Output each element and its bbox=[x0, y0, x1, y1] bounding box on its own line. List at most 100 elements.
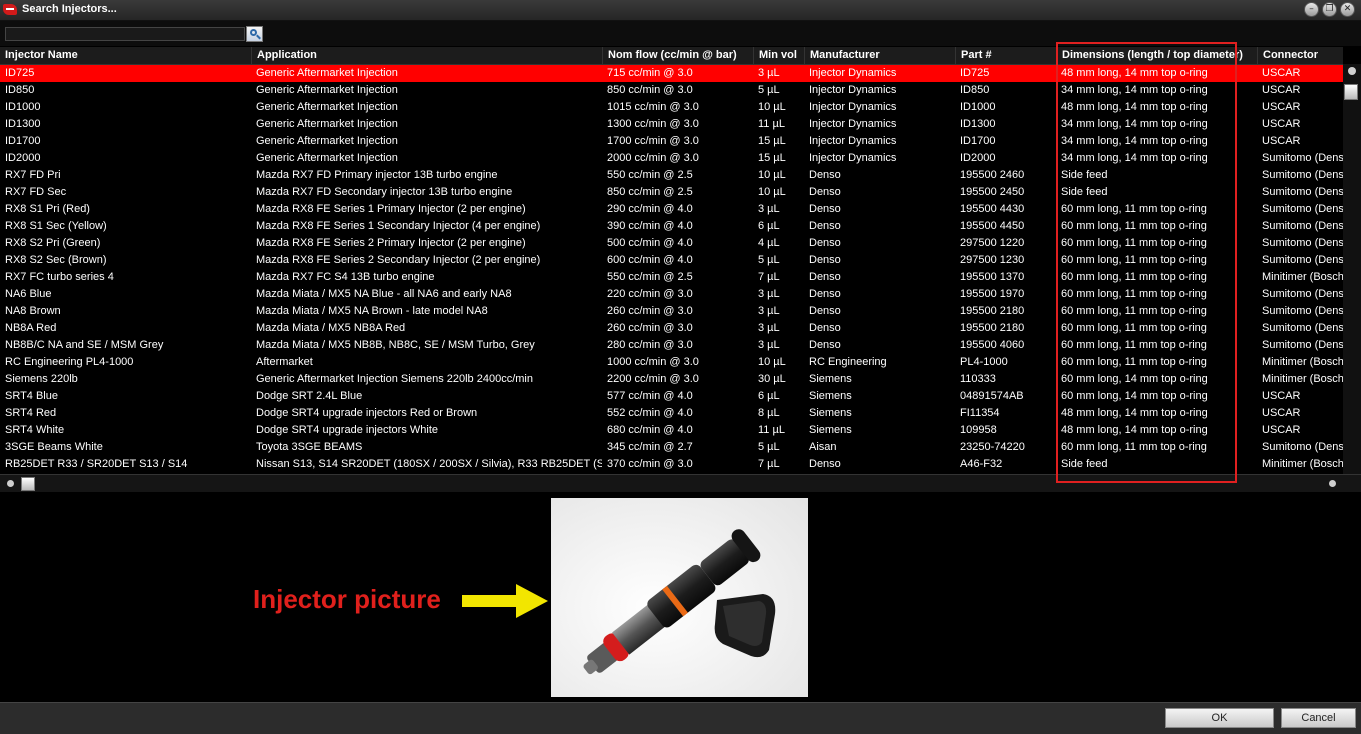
cell-dimensions: 34 mm long, 14 mm top o-ring bbox=[1061, 84, 1208, 96]
cell-dimensions: 60 mm long, 11 mm top o-ring bbox=[1061, 237, 1207, 249]
cell-injector-name: 3SGE Beams White bbox=[5, 441, 103, 453]
horizontal-scrollbar[interactable] bbox=[0, 474, 1361, 492]
header-col-min-vol[interactable]: Min vol bbox=[753, 47, 804, 64]
minimize-button[interactable]: – bbox=[1304, 2, 1319, 17]
table-row[interactable]: NA6 Blue Mazda Miata / MX5 NA Blue - all … bbox=[0, 286, 1343, 303]
cell-part-number: ID1300 bbox=[960, 118, 996, 130]
cell-min-vol: 3 µL bbox=[758, 322, 780, 334]
close-button[interactable]: ✕ bbox=[1340, 2, 1355, 17]
table-row[interactable]: SRT4 Red Dodge SRT4 upgrade injectors Red… bbox=[0, 405, 1343, 422]
cell-nom-flow: 260 cc/min @ 3.0 bbox=[607, 305, 693, 317]
header-col-manufacturer[interactable]: Manufacturer bbox=[804, 47, 955, 64]
table-header: Injector Name Application Nom flow (cc/min… bbox=[0, 47, 1343, 65]
table-row[interactable]: ID850 Generic Aftermarket Injection 850 cc… bbox=[0, 82, 1343, 99]
table-row[interactable]: RX7 FD Sec Mazda RX7 FD Secondary injecto… bbox=[0, 184, 1343, 201]
cell-min-vol: 3 µL bbox=[758, 67, 780, 79]
cell-manufacturer: Injector Dynamics bbox=[809, 67, 897, 79]
cell-manufacturer: Siemens bbox=[809, 390, 852, 402]
cell-injector-name: RX7 FC turbo series 4 bbox=[5, 271, 114, 283]
cell-dimensions: 48 mm long, 14 mm top o-ring bbox=[1061, 101, 1208, 113]
cell-dimensions: 60 mm long, 11 mm top o-ring bbox=[1061, 322, 1207, 334]
table-row[interactable]: RX8 S2 Sec (Brown) Mazda RX8 FE Series 2 … bbox=[0, 252, 1343, 269]
table-row[interactable]: RX8 S1 Sec (Yellow) Mazda RX8 FE Series 1… bbox=[0, 218, 1343, 235]
cell-nom-flow: 680 cc/min @ 4.0 bbox=[607, 424, 693, 436]
table-row[interactable]: ID2000 Generic Aftermarket Injection 2000 … bbox=[0, 150, 1343, 167]
cell-injector-name: SRT4 Blue bbox=[5, 390, 58, 402]
table-row[interactable]: NB8B/C NA and SE / MSM Grey Mazda Miata /… bbox=[0, 337, 1343, 354]
cell-connector: Sumitomo (Denso) bbox=[1262, 305, 1343, 317]
cell-part-number: ID850 bbox=[960, 84, 990, 96]
cell-nom-flow: 1300 cc/min @ 3.0 bbox=[607, 118, 699, 130]
cell-application: Generic Aftermarket Injection bbox=[256, 152, 398, 164]
table-row[interactable]: SRT4 White Dodge SRT4 upgrade injectors W… bbox=[0, 422, 1343, 439]
cell-min-vol: 10 µL bbox=[758, 186, 786, 198]
cell-connector: USCAR bbox=[1262, 67, 1301, 79]
cell-application: Generic Aftermarket Injection bbox=[256, 67, 398, 79]
search-button[interactable] bbox=[246, 26, 263, 42]
table-row[interactable]: 3SGE Beams White Toyota 3SGE BEAMS 345 cc/… bbox=[0, 439, 1343, 456]
restore-button[interactable]: ❐ bbox=[1322, 2, 1337, 17]
cell-injector-name: ID1300 bbox=[5, 118, 41, 130]
vertical-scrollbar[interactable] bbox=[1343, 64, 1361, 474]
cell-connector: Minitimer (Bosch) bbox=[1262, 271, 1343, 283]
table-row[interactable]: RB25DET R33 / SR20DET S13 / S14 Nissan S1… bbox=[0, 456, 1343, 473]
header-col-part-number[interactable]: Part # bbox=[955, 47, 1056, 64]
cell-manufacturer: Siemens bbox=[809, 424, 852, 436]
cell-application: Generic Aftermarket Injection bbox=[256, 135, 398, 147]
scroll-up-icon[interactable] bbox=[1348, 67, 1356, 75]
cell-injector-name: RB25DET R33 / SR20DET S13 / S14 bbox=[5, 458, 188, 470]
header-col-application[interactable]: Application bbox=[251, 47, 602, 64]
dialog-button-bar: OK Cancel bbox=[0, 702, 1361, 734]
table-row-selected[interactable]: ID725 Generic Aftermarket Injection 715 cc… bbox=[0, 65, 1343, 82]
vertical-scroll-thumb[interactable] bbox=[1344, 84, 1358, 100]
cancel-button[interactable]: Cancel bbox=[1281, 708, 1356, 728]
cell-application: Dodge SRT4 upgrade injectors White bbox=[256, 424, 439, 436]
cell-injector-name: SRT4 Red bbox=[5, 407, 57, 419]
cell-manufacturer: Injector Dynamics bbox=[809, 101, 897, 113]
cell-min-vol: 3 µL bbox=[758, 339, 780, 351]
cell-dimensions: 34 mm long, 14 mm top o-ring bbox=[1061, 152, 1208, 164]
table-row[interactable]: RC Engineering PL4-1000 Aftermarket 1000 c… bbox=[0, 354, 1343, 371]
cell-min-vol: 11 µL bbox=[758, 118, 785, 130]
table-row[interactable]: RX8 S1 Pri (Red) Mazda RX8 FE Series 1 Pr… bbox=[0, 201, 1343, 218]
ok-button[interactable]: OK bbox=[1165, 708, 1274, 728]
horizontal-scroll-thumb[interactable] bbox=[21, 477, 35, 491]
cell-connector: Sumitomo (Denso) bbox=[1262, 203, 1343, 215]
cell-part-number: ID1700 bbox=[960, 135, 996, 147]
cell-min-vol: 10 µL bbox=[758, 101, 786, 113]
cell-nom-flow: 370 cc/min @ 3.0 bbox=[607, 458, 693, 470]
table-row[interactable]: SRT4 Blue Dodge SRT 2.4L Blue 577 cc/min @… bbox=[0, 388, 1343, 405]
cell-nom-flow: 500 cc/min @ 4.0 bbox=[607, 237, 693, 249]
cell-nom-flow: 280 cc/min @ 3.0 bbox=[607, 339, 693, 351]
table-row[interactable]: RX7 FD Pri Mazda RX7 FD Primary injector … bbox=[0, 167, 1343, 184]
cell-dimensions: 48 mm long, 14 mm top o-ring bbox=[1061, 407, 1208, 419]
cell-nom-flow: 552 cc/min @ 4.0 bbox=[607, 407, 693, 419]
header-col-dimensions[interactable]: Dimensions (length / top diameter) bbox=[1056, 47, 1257, 64]
table-row[interactable]: RX7 FC turbo series 4 Mazda RX7 FC S4 13B… bbox=[0, 269, 1343, 286]
table-row[interactable]: ID1700 Generic Aftermarket Injection 1700 … bbox=[0, 133, 1343, 150]
search-input[interactable] bbox=[5, 27, 245, 41]
cell-part-number: 110333 bbox=[960, 373, 996, 385]
header-col-injector-name[interactable]: Injector Name bbox=[0, 47, 251, 64]
table-row[interactable]: RX8 S2 Pri (Green) Mazda RX8 FE Series 2 … bbox=[0, 235, 1343, 252]
header-col-nom-flow[interactable]: Nom flow (cc/min @ bar) bbox=[602, 47, 753, 64]
table-row[interactable]: NB8A Red Mazda Miata / MX5 NB8A Red 260 cc… bbox=[0, 320, 1343, 337]
cell-manufacturer: Denso bbox=[809, 254, 841, 266]
cell-manufacturer: Denso bbox=[809, 458, 841, 470]
cell-injector-name: RX8 S2 Sec (Brown) bbox=[5, 254, 107, 266]
cell-part-number: 195500 2460 bbox=[960, 169, 1025, 181]
table-row[interactable]: ID1000 Generic Aftermarket Injection 1015 … bbox=[0, 99, 1343, 116]
injector-table: Injector Name Application Nom flow (cc/min… bbox=[0, 47, 1361, 474]
cell-injector-name: NB8A Red bbox=[5, 322, 57, 334]
cell-dimensions: 60 mm long, 11 mm top o-ring bbox=[1061, 441, 1207, 453]
scroll-left-icon[interactable] bbox=[7, 480, 14, 487]
table-row[interactable]: NA8 Brown Mazda Miata / MX5 NA Brown - la… bbox=[0, 303, 1343, 320]
cell-part-number: 109958 bbox=[960, 424, 997, 436]
header-col-connector[interactable]: Connector bbox=[1257, 47, 1343, 64]
scroll-right-icon[interactable] bbox=[1329, 480, 1336, 487]
table-row[interactable]: Siemens 220lb Generic Aftermarket Injecti… bbox=[0, 371, 1343, 388]
cell-connector: Minitimer (Bosch) bbox=[1262, 458, 1343, 470]
table-row[interactable]: ID1300 Generic Aftermarket Injection 1300 … bbox=[0, 116, 1343, 133]
cell-dimensions: 60 mm long, 11 mm top o-ring bbox=[1061, 288, 1207, 300]
title-bar: Search Injectors... – ❐ ✕ bbox=[0, 0, 1361, 21]
